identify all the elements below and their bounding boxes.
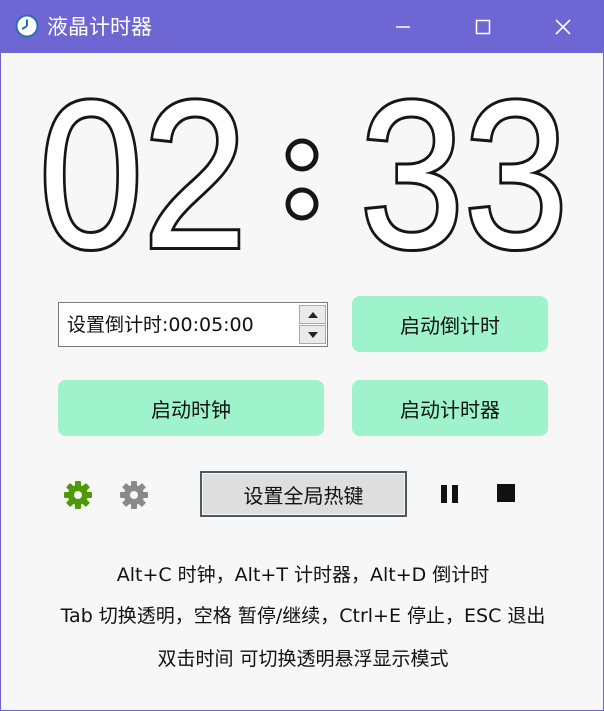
time-digits-right: 33 — [360, 85, 568, 265]
gear-icon-secondary[interactable] — [119, 480, 149, 510]
start-countdown-button[interactable]: 启动倒计时 — [352, 296, 548, 352]
set-global-hotkeys-button[interactable]: 设置全局热键 — [200, 471, 407, 517]
lcd-time-display[interactable]: 02 33 — [37, 85, 573, 265]
time-separator — [285, 138, 319, 221]
pause-icon[interactable] — [439, 483, 461, 505]
help-line-controls: Tab 切换透明，空格 暂停/继续，Ctrl+E 停止，ESC 退出 — [60, 605, 546, 627]
help-line-doubleclick: 双击时间 可切换透明悬浮显示模式 — [157, 648, 449, 670]
spin-down-button[interactable] — [299, 325, 326, 344]
arrow-down-icon — [307, 331, 318, 338]
app-window: 液晶计时器 02 33 设置倒计时:00:05:00 启动倒计时 启动时钟 启动… — [0, 0, 604, 711]
window-title: 液晶计时器 — [47, 15, 152, 39]
arrow-up-icon — [307, 311, 318, 318]
spin-up-button[interactable] — [299, 305, 326, 324]
clock-app-icon — [15, 14, 39, 38]
title-bar[interactable]: 液晶计时器 — [1, 1, 603, 53]
help-line-shortcuts: Alt+C 时钟，Alt+T 计时器，Alt+D 倒计时 — [116, 564, 490, 586]
start-clock-button[interactable]: 启动时钟 — [58, 380, 324, 436]
minimize-icon — [396, 26, 410, 28]
stop-icon[interactable] — [496, 483, 516, 503]
minimize-button[interactable] — [363, 1, 443, 53]
time-digits-left: 02 — [39, 85, 247, 265]
maximize-icon — [475, 19, 491, 35]
close-button[interactable] — [523, 1, 603, 53]
countdown-value[interactable]: 设置倒计时:00:05:00 — [67, 312, 254, 338]
gear-icon[interactable] — [63, 480, 93, 510]
close-icon — [555, 19, 571, 35]
maximize-button[interactable] — [443, 1, 523, 53]
start-timer-button[interactable]: 启动计时器 — [352, 380, 548, 436]
countdown-spinbox[interactable]: 设置倒计时:00:05:00 — [58, 302, 328, 347]
